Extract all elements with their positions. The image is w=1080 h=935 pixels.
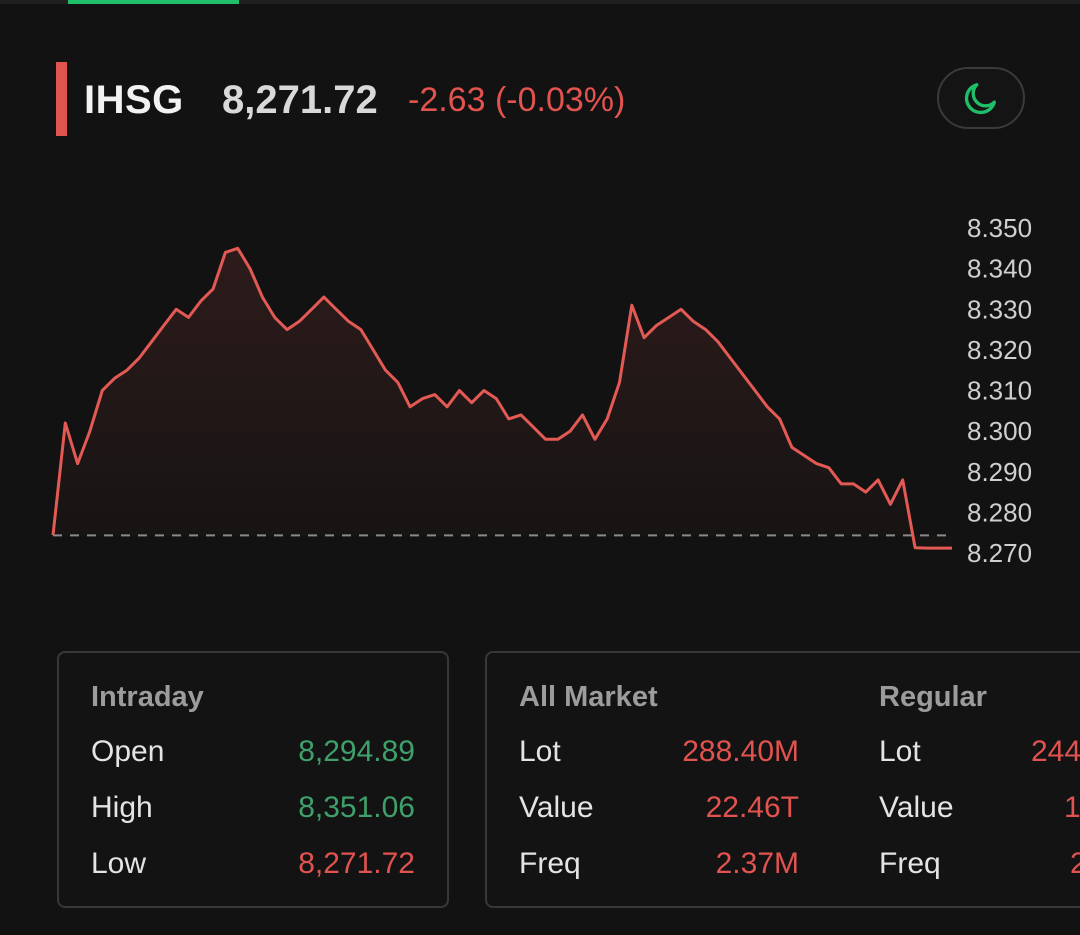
intraday-line-chart: 8.350 8.340 8.330 8.320 8.310 8.300 8.290 8.280…: [51, 213, 1032, 568]
regular-value-label: Value: [879, 791, 954, 824]
all-market-title: All Market: [519, 681, 658, 713]
active-tab-indicator: [68, 0, 239, 4]
y-tick-label: 8.310: [967, 376, 1032, 406]
all-market-lot-value: 288.40M: [682, 735, 799, 768]
theme-toggle-button[interactable]: [937, 67, 1025, 129]
all-market-freq-value: 2.37M: [715, 847, 799, 880]
all-market-freq-label: Freq: [519, 847, 581, 880]
regular-value-value: 18: [1064, 791, 1080, 824]
y-tick-label: 8.340: [967, 254, 1032, 284]
y-tick-label: 8.290: [967, 457, 1032, 487]
intraday-title: Intraday: [91, 681, 204, 713]
intraday-card: Intraday Open 8,294.89 High 8,351.06 Low…: [57, 651, 449, 908]
low-value: 8,271.72: [298, 847, 415, 880]
high-label: High: [91, 791, 153, 824]
market-stats-card: All Market Regular Lot 288.40M Value 22.…: [485, 651, 1080, 908]
open-label: Open: [91, 735, 165, 768]
regular-freq-label: Freq: [879, 847, 941, 880]
y-tick-label: 8.330: [967, 294, 1032, 324]
high-value: 8,351.06: [298, 791, 415, 824]
y-tick-label: 8.270: [967, 538, 1032, 568]
moon-icon: [964, 83, 996, 115]
y-tick-label: 8.300: [967, 416, 1032, 446]
price-change: -2.63 (-0.03%): [408, 81, 626, 119]
price-area-fill: [53, 248, 952, 549]
open-value: 8,294.89: [298, 735, 415, 768]
y-tick-label: 8.350: [967, 213, 1032, 243]
all-market-lot-label: Lot: [519, 735, 561, 768]
y-tick-label: 8.280: [967, 497, 1032, 527]
low-label: Low: [91, 847, 147, 880]
regular-title: Regular: [879, 681, 987, 713]
regular-freq-value: 2: [1070, 847, 1080, 880]
y-tick-label: 8.320: [967, 335, 1032, 365]
regular-lot-value: 244: [1031, 735, 1080, 768]
last-price: 8,271.72: [222, 78, 378, 122]
ticker-symbol: IHSG: [84, 78, 184, 122]
trend-accent-bar: [56, 62, 67, 136]
all-market-value-value: 22.46T: [705, 791, 799, 824]
all-market-value-label: Value: [519, 791, 594, 824]
regular-lot-label: Lot: [879, 735, 921, 768]
